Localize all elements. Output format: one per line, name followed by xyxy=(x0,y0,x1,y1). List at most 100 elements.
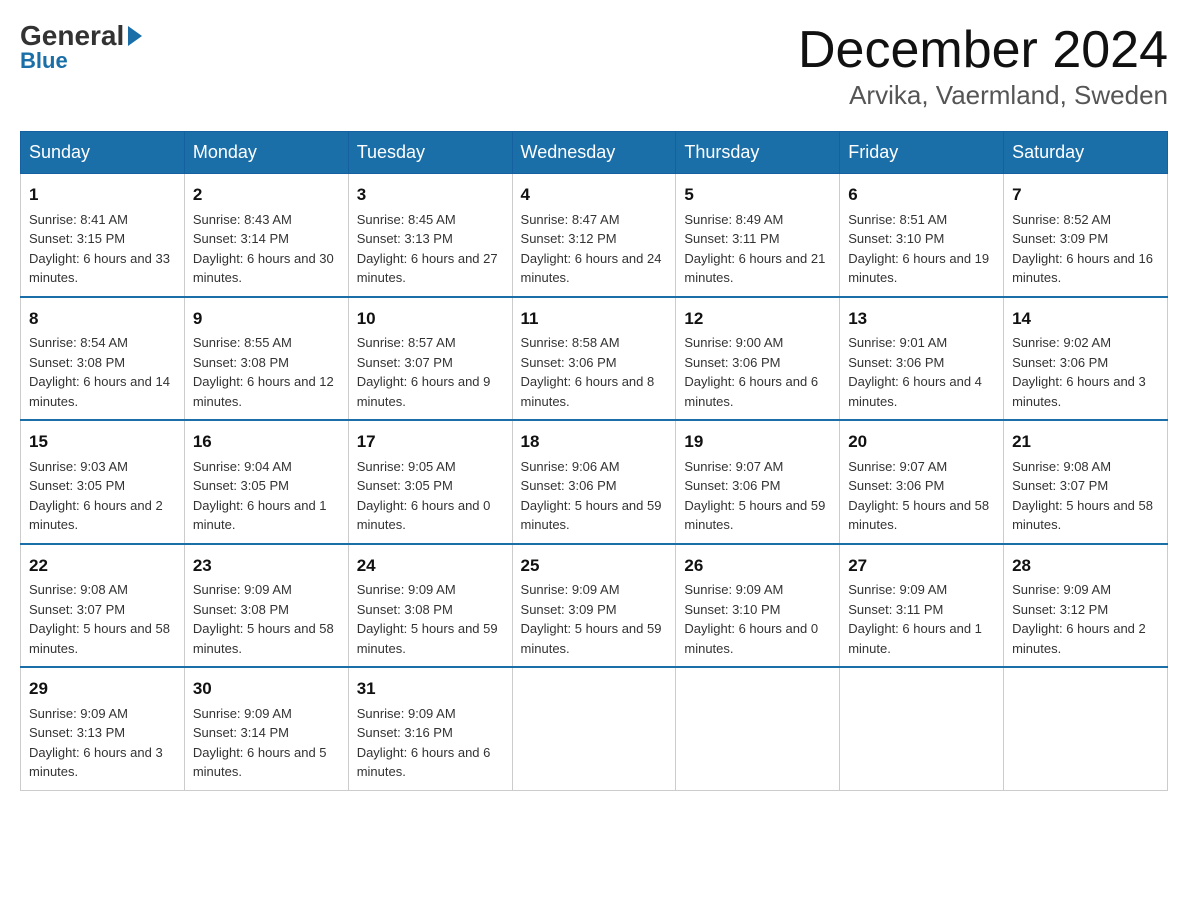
calendar-cell: 10Sunrise: 8:57 AMSunset: 3:07 PMDayligh… xyxy=(348,297,512,421)
calendar-week-row: 1 Sunrise: 8:41 AM Sunset: 3:15 PM Daylight… xyxy=(21,174,1168,297)
daylight-text: Daylight: 6 hours and 6 minutes. xyxy=(684,374,818,409)
daylight-text: Daylight: 6 hours and 5 minutes. xyxy=(193,745,327,780)
sunset-text: Sunset: 3:06 PM xyxy=(684,355,780,370)
logo-arrow-icon xyxy=(128,26,142,46)
calendar-cell: 2Sunrise: 8:43 AMSunset: 3:14 PMDaylight… xyxy=(184,174,348,297)
calendar-cell: 23Sunrise: 9:09 AMSunset: 3:08 PMDayligh… xyxy=(184,544,348,668)
sunrise-text: Sunrise: 9:09 AM xyxy=(357,706,456,721)
day-number: 29 xyxy=(29,676,176,702)
sunrise-text: Sunrise: 8:52 AM xyxy=(1012,212,1111,227)
daylight-text: Daylight: 5 hours and 59 minutes. xyxy=(684,498,825,533)
calendar-header-monday: Monday xyxy=(184,132,348,174)
daylight-text: Daylight: 6 hours and 30 minutes. xyxy=(193,251,334,286)
calendar-week-row: 8Sunrise: 8:54 AMSunset: 3:08 PMDaylight… xyxy=(21,297,1168,421)
sunrise-text: Sunrise: 9:09 AM xyxy=(684,582,783,597)
day-number: 17 xyxy=(357,429,504,455)
day-number: 4 xyxy=(521,182,668,208)
day-number: 9 xyxy=(193,306,340,332)
sunset-text: Sunset: 3:08 PM xyxy=(357,602,453,617)
calendar-header-wednesday: Wednesday xyxy=(512,132,676,174)
calendar-cell xyxy=(840,667,1004,790)
sunset-text: Sunset: 3:15 PM xyxy=(29,231,125,246)
day-number: 3 xyxy=(357,182,504,208)
sunset-text: Sunset: 3:07 PM xyxy=(357,355,453,370)
daylight-text: Daylight: 5 hours and 58 minutes. xyxy=(193,621,334,656)
calendar-cell: 17Sunrise: 9:05 AMSunset: 3:05 PMDayligh… xyxy=(348,420,512,544)
calendar-header-saturday: Saturday xyxy=(1004,132,1168,174)
sunrise-text: Sunrise: 8:47 AM xyxy=(521,212,620,227)
location-title: Arvika, Vaermland, Sweden xyxy=(798,80,1168,111)
calendar-cell: 24Sunrise: 9:09 AMSunset: 3:08 PMDayligh… xyxy=(348,544,512,668)
daylight-text: Daylight: 6 hours and 1 minute. xyxy=(193,498,327,533)
daylight-text: Daylight: 6 hours and 0 minutes. xyxy=(684,621,818,656)
calendar-cell: 15 Sunrise: 9:03 AM Sunset: 3:05 PM Dayligh… xyxy=(21,420,185,544)
sunrise-text: Sunrise: 9:09 AM xyxy=(29,706,128,721)
day-number: 15 xyxy=(29,429,176,455)
calendar-cell: 25Sunrise: 9:09 AMSunset: 3:09 PMDayligh… xyxy=(512,544,676,668)
sunrise-text: Sunrise: 9:04 AM xyxy=(193,459,292,474)
day-number: 12 xyxy=(684,306,831,332)
calendar-header-friday: Friday xyxy=(840,132,1004,174)
sunrise-text: Sunrise: 8:49 AM xyxy=(684,212,783,227)
daylight-text: Daylight: 6 hours and 16 minutes. xyxy=(1012,251,1153,286)
sunset-text: Sunset: 3:05 PM xyxy=(29,478,125,493)
sunrise-text: Sunrise: 9:09 AM xyxy=(193,706,292,721)
sunset-text: Sunset: 3:05 PM xyxy=(193,478,289,493)
calendar-cell: 20Sunrise: 9:07 AMSunset: 3:06 PMDayligh… xyxy=(840,420,1004,544)
daylight-text: Daylight: 6 hours and 2 minutes. xyxy=(29,498,163,533)
calendar-cell: 18 Sunrise: 9:06 AM Sunset: 3:06 PM Dayligh… xyxy=(512,420,676,544)
calendar-cell xyxy=(1004,667,1168,790)
daylight-text: Daylight: 5 hours and 59 minutes. xyxy=(357,621,498,656)
calendar-cell: 29Sunrise: 9:09 AMSunset: 3:13 PMDayligh… xyxy=(21,667,185,790)
day-number: 1 xyxy=(29,182,176,208)
day-number: 5 xyxy=(684,182,831,208)
day-number: 21 xyxy=(1012,429,1159,455)
sunset-text: Sunset: 3:05 PM xyxy=(357,478,453,493)
day-number: 16 xyxy=(193,429,340,455)
calendar-cell: 26Sunrise: 9:09 AMSunset: 3:10 PMDayligh… xyxy=(676,544,840,668)
daylight-text: Daylight: 5 hours and 59 minutes. xyxy=(521,498,662,533)
sunset-text: Sunset: 3:13 PM xyxy=(29,725,125,740)
sunrise-text: Sunrise: 8:58 AM xyxy=(521,335,620,350)
sunset-text: Sunset: 3:06 PM xyxy=(848,355,944,370)
logo: General Blue xyxy=(20,20,142,74)
calendar-cell: 16 Sunrise: 9:04 AM Sunset: 3:05 PM Dayligh… xyxy=(184,420,348,544)
calendar-cell: 19Sunrise: 9:07 AMSunset: 3:06 PMDayligh… xyxy=(676,420,840,544)
day-number: 11 xyxy=(521,306,668,332)
page-header: General Blue December 2024 Arvika, Vaerm… xyxy=(20,20,1168,111)
daylight-text: Daylight: 6 hours and 9 minutes. xyxy=(357,374,491,409)
sunset-text: Sunset: 3:12 PM xyxy=(521,231,617,246)
sunrise-text: Sunrise: 8:43 AM xyxy=(193,212,292,227)
sunrise-text: Sunrise: 9:02 AM xyxy=(1012,335,1111,350)
sunrise-text: Sunrise: 8:57 AM xyxy=(357,335,456,350)
sunrise-text: Sunrise: 9:03 AM xyxy=(29,459,128,474)
calendar-cell: 27Sunrise: 9:09 AMSunset: 3:11 PMDayligh… xyxy=(840,544,1004,668)
calendar-cell: 21Sunrise: 9:08 AMSunset: 3:07 PMDayligh… xyxy=(1004,420,1168,544)
sunset-text: Sunset: 3:06 PM xyxy=(1012,355,1108,370)
calendar-cell: 4Sunrise: 8:47 AMSunset: 3:12 PMDaylight… xyxy=(512,174,676,297)
sunset-text: Sunset: 3:09 PM xyxy=(1012,231,1108,246)
calendar-table: SundayMondayTuesdayWednesdayThursdayFrid… xyxy=(20,131,1168,791)
calendar-cell xyxy=(676,667,840,790)
sunset-text: Sunset: 3:13 PM xyxy=(357,231,453,246)
sunrise-text: Sunrise: 9:08 AM xyxy=(29,582,128,597)
calendar-cell: 3Sunrise: 8:45 AMSunset: 3:13 PMDaylight… xyxy=(348,174,512,297)
day-number: 13 xyxy=(848,306,995,332)
day-number: 24 xyxy=(357,553,504,579)
day-number: 18 xyxy=(521,429,668,455)
day-number: 25 xyxy=(521,553,668,579)
sunrise-text: Sunrise: 9:00 AM xyxy=(684,335,783,350)
calendar-cell: 1Sunrise: 8:41 AMSunset: 3:15 PMDaylight… xyxy=(21,174,185,297)
calendar-cell: 11Sunrise: 8:58 AMSunset: 3:06 PMDayligh… xyxy=(512,297,676,421)
calendar-cell: 28Sunrise: 9:09 AMSunset: 3:12 PMDayligh… xyxy=(1004,544,1168,668)
sunrise-text: Sunrise: 9:06 AM xyxy=(521,459,620,474)
sunrise-text: Sunrise: 8:41 AM xyxy=(29,212,128,227)
sunset-text: Sunset: 3:06 PM xyxy=(521,478,617,493)
sunrise-text: Sunrise: 9:05 AM xyxy=(357,459,456,474)
calendar-header-tuesday: Tuesday xyxy=(348,132,512,174)
daylight-text: Daylight: 6 hours and 6 minutes. xyxy=(357,745,491,780)
sunset-text: Sunset: 3:07 PM xyxy=(1012,478,1108,493)
day-number: 27 xyxy=(848,553,995,579)
daylight-text: Daylight: 5 hours and 58 minutes. xyxy=(1012,498,1153,533)
calendar-cell xyxy=(512,667,676,790)
